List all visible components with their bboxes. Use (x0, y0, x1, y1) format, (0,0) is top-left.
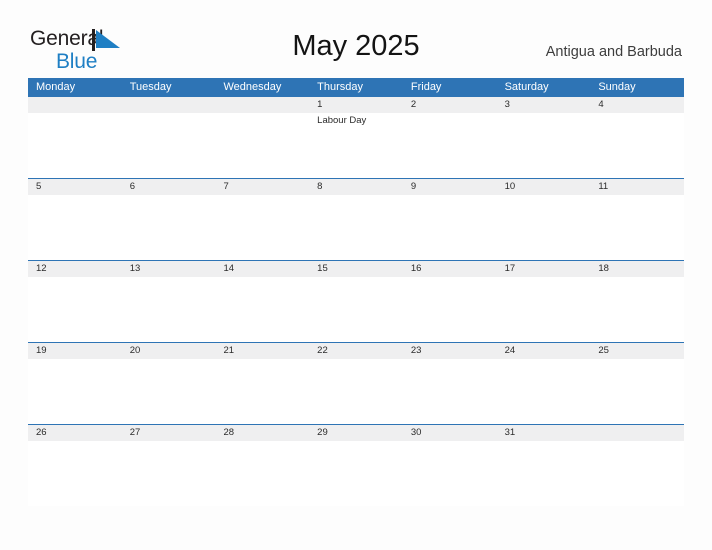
day-event-cell (122, 195, 216, 260)
weekday-header-wednesday: Wednesday (223, 81, 282, 93)
day-event-cell (497, 359, 591, 424)
holiday-event[interactable]: Labour Day (317, 115, 403, 127)
day-number[interactable]: 21 (215, 343, 309, 359)
weekday-header-friday: Friday (410, 81, 442, 93)
week-event-band (28, 195, 684, 260)
day-number-empty (590, 425, 684, 441)
weekday-header-row: Monday Tuesday Wednesday Thursday Friday Satu… (28, 78, 684, 97)
day-number[interactable]: 2 (403, 97, 497, 113)
day-event-cell (215, 195, 309, 260)
day-event-cell (309, 195, 403, 260)
week-date-band: 19 20 21 22 23 24 25 (28, 343, 684, 359)
day-number[interactable]: 22 (309, 343, 403, 359)
day-event-cell (215, 113, 309, 178)
day-number[interactable]: 11 (590, 179, 684, 195)
country-label: Antigua and Barbuda (545, 44, 682, 60)
day-event-cell (215, 441, 309, 506)
day-number[interactable]: 24 (497, 343, 591, 359)
day-event-cell (590, 359, 684, 424)
day-event-cell (590, 113, 684, 178)
day-number[interactable]: 19 (28, 343, 122, 359)
day-number[interactable]: 28 (215, 425, 309, 441)
day-event-cell (122, 277, 216, 342)
day-number-empty (122, 97, 216, 113)
day-event-cell (122, 113, 216, 178)
week-event-band (28, 441, 684, 506)
day-event-cell (403, 195, 497, 260)
day-number[interactable]: 4 (590, 97, 684, 113)
weekday-header-thursday: Thursday (317, 81, 364, 93)
day-number[interactable]: 10 (497, 179, 591, 195)
page-header: General Blue May 2025 Antigua and Barbud… (0, 0, 712, 78)
day-event-cell (28, 441, 122, 506)
day-number[interactable]: 18 (590, 261, 684, 277)
day-number[interactable]: 8 (309, 179, 403, 195)
calendar-weeks: 1 2 3 4 Labour Day 5 6 7 8 9 10 11 12 13 14 15 16 17 18 19 2… (28, 97, 684, 506)
week-date-band: 26 27 28 29 30 31 (28, 425, 684, 441)
day-number[interactable]: 14 (215, 261, 309, 277)
day-number-empty (28, 97, 122, 113)
calendar-week-row: 1 2 3 4 Labour Day (28, 97, 684, 178)
day-event-cell (497, 195, 591, 260)
day-number[interactable]: 6 (122, 179, 216, 195)
day-event-cell (309, 441, 403, 506)
day-event-cell (28, 359, 122, 424)
day-event-cell (122, 441, 216, 506)
day-number[interactable]: 17 (497, 261, 591, 277)
weekday-header-sunday: Sunday (598, 81, 636, 93)
day-event-cell (590, 277, 684, 342)
day-number[interactable]: 12 (28, 261, 122, 277)
day-number[interactable]: 5 (28, 179, 122, 195)
day-number[interactable]: 3 (497, 97, 591, 113)
day-number[interactable]: 7 (215, 179, 309, 195)
day-event-cell (309, 277, 403, 342)
day-event-cell (28, 113, 122, 178)
day-number[interactable]: 30 (403, 425, 497, 441)
day-event-cell (590, 441, 684, 506)
week-date-band: 1234 (28, 97, 684, 113)
weekday-header-tuesday: Tuesday (129, 81, 172, 93)
day-event-cell (497, 441, 591, 506)
week-event-band: Labour Day (28, 113, 684, 178)
calendar-week-row: 26 27 28 29 30 31 (28, 424, 684, 506)
week-event-band (28, 359, 684, 424)
day-number[interactable]: 27 (122, 425, 216, 441)
day-event-cell (497, 277, 591, 342)
day-event-cell (309, 359, 403, 424)
calendar-week-row: 19 20 21 22 23 24 25 (28, 342, 684, 424)
day-number[interactable]: 16 (403, 261, 497, 277)
day-event-cell (215, 277, 309, 342)
day-number[interactable]: 15 (309, 261, 403, 277)
week-date-band: 12 13 14 15 16 17 18 (28, 261, 684, 277)
day-number[interactable]: 31 (497, 425, 591, 441)
weekday-header-monday: Monday (36, 81, 76, 93)
day-event-cell (403, 441, 497, 506)
day-number[interactable]: 23 (403, 343, 497, 359)
day-number[interactable]: 25 (590, 343, 684, 359)
calendar-week-row: 12 13 14 15 16 17 18 (28, 260, 684, 342)
calendar-page: General Blue May 2025 Antigua and Barbud… (0, 0, 712, 550)
day-event-cell (403, 359, 497, 424)
day-event-cell (403, 113, 497, 178)
day-number[interactable]: 9 (403, 179, 497, 195)
day-event-cell (28, 195, 122, 260)
calendar-grid: Monday Tuesday Wednesday Thursday Friday Satu… (28, 78, 684, 506)
day-event-cell (122, 359, 216, 424)
day-event-cell (403, 277, 497, 342)
day-event-cell (590, 195, 684, 260)
day-number[interactable]: 29 (309, 425, 403, 441)
day-event-cell (497, 113, 591, 178)
week-event-band (28, 277, 684, 342)
day-number-empty (215, 97, 309, 113)
week-date-band: 5 6 7 8 9 10 11 (28, 179, 684, 195)
day-event-cell (215, 359, 309, 424)
day-number[interactable]: 1 (309, 97, 403, 113)
day-number[interactable]: 20 (122, 343, 216, 359)
day-event-cell: Labour Day (309, 113, 403, 178)
calendar-week-row: 5 6 7 8 9 10 11 (28, 178, 684, 260)
day-number[interactable]: 13 (122, 261, 216, 277)
day-event-cell (28, 277, 122, 342)
weekday-header-saturday: Saturday (504, 81, 549, 93)
day-number[interactable]: 26 (28, 425, 122, 441)
